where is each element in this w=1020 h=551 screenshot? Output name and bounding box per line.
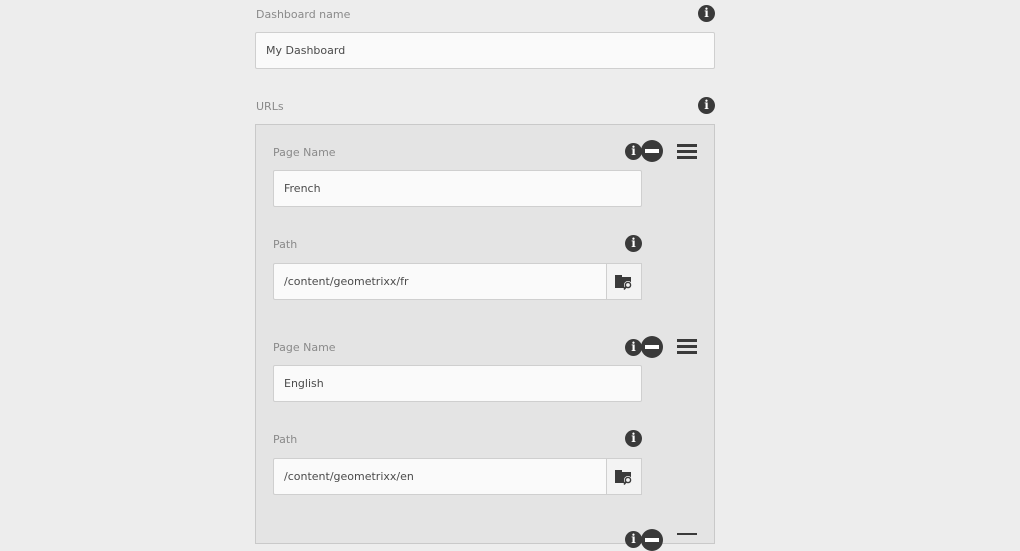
info-icon[interactable]: i: [698, 5, 715, 22]
remove-item-icon[interactable]: [641, 336, 663, 358]
remove-item-icon[interactable]: [641, 140, 663, 162]
info-icon[interactable]: i: [698, 97, 715, 114]
info-icon[interactable]: i: [625, 143, 642, 160]
page-name-label: Page Name: [273, 341, 336, 354]
folder-search-icon: [615, 274, 632, 290]
path-input[interactable]: /content/geometrixx/en: [273, 458, 607, 495]
page-name-label: Page Name: [273, 146, 336, 159]
drag-handle-icon[interactable]: [677, 144, 697, 160]
urls-label: URLs: [256, 100, 284, 113]
dashboard-name-label: Dashboard name: [256, 8, 351, 21]
drag-handle-icon[interactable]: [677, 339, 697, 355]
path-label: Path: [273, 433, 298, 446]
folder-search-icon: [615, 469, 632, 485]
info-icon[interactable]: i: [625, 235, 642, 252]
info-icon[interactable]: i: [625, 531, 642, 548]
path-label: Path: [273, 238, 298, 251]
path-input[interactable]: /content/geometrixx/fr: [273, 263, 607, 300]
browse-path-button[interactable]: [606, 458, 642, 495]
remove-item-icon[interactable]: [641, 529, 663, 551]
info-icon[interactable]: i: [625, 430, 642, 447]
page-name-input[interactable]: English: [273, 365, 642, 402]
dashboard-name-input[interactable]: My Dashboard: [255, 32, 715, 69]
page-name-input[interactable]: French: [273, 170, 642, 207]
info-icon[interactable]: i: [625, 339, 642, 356]
browse-path-button[interactable]: [606, 263, 642, 300]
